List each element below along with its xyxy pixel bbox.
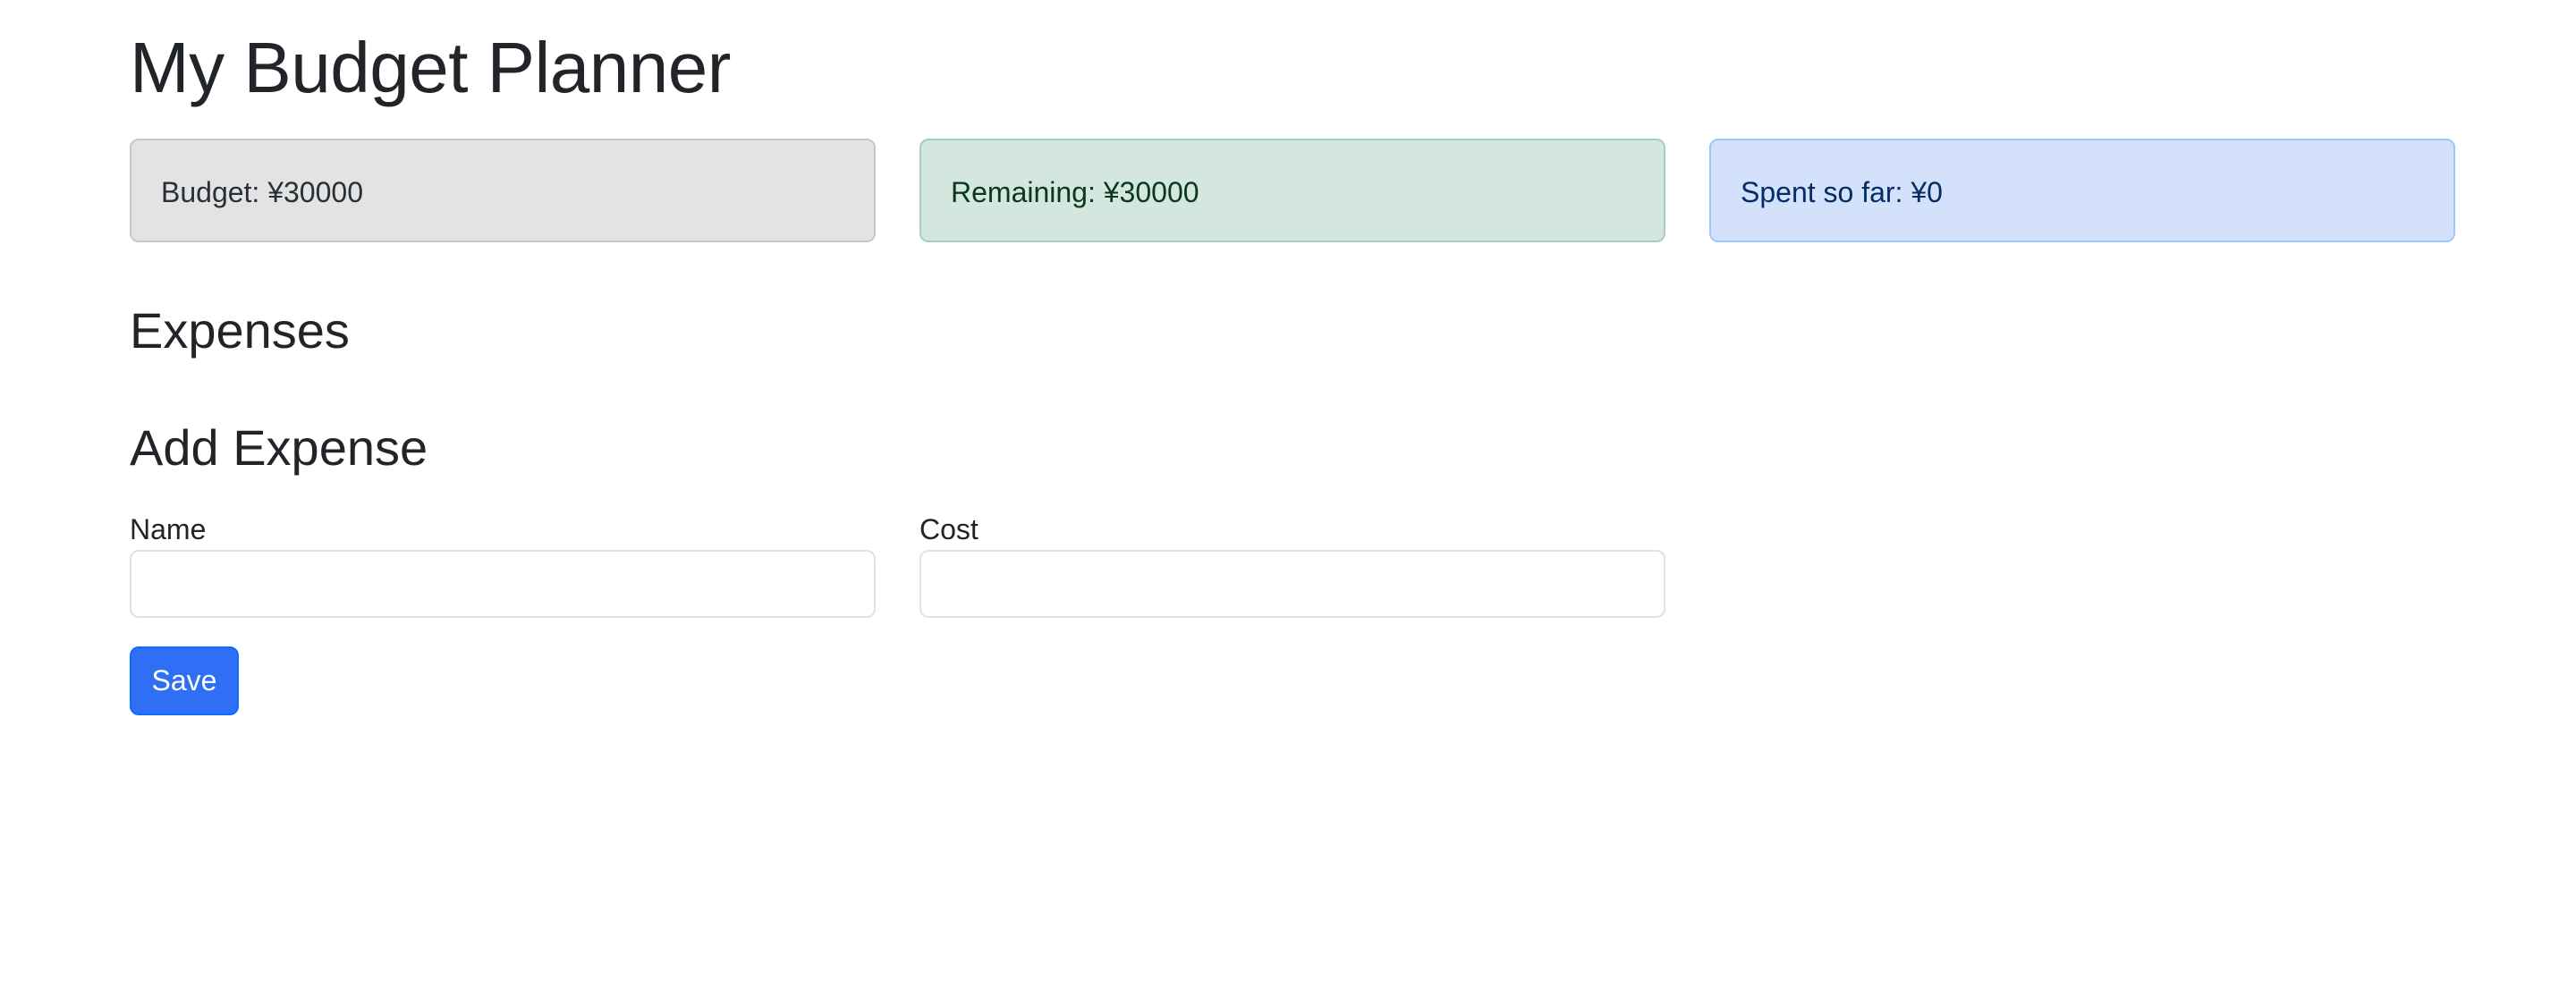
expenses-heading: Expenses bbox=[130, 302, 350, 359]
remaining-text: Remaining: ¥30000 bbox=[951, 176, 1199, 208]
cost-label: Cost bbox=[919, 513, 979, 545]
remaining-card: Remaining: ¥30000 bbox=[919, 139, 1665, 242]
page-title: My Budget Planner bbox=[130, 28, 731, 107]
spent-card: Spent so far: ¥0 bbox=[1709, 139, 2455, 242]
name-label: Name bbox=[130, 513, 207, 545]
cost-input[interactable] bbox=[919, 550, 1665, 618]
budget-text: Budget: ¥30000 bbox=[161, 176, 363, 208]
add-expense-heading: Add Expense bbox=[130, 419, 428, 476]
spent-text: Spent so far: ¥0 bbox=[1741, 176, 1943, 208]
budget-card: Budget: ¥30000 bbox=[130, 139, 876, 242]
name-input[interactable] bbox=[130, 550, 876, 618]
save-button[interactable]: Save bbox=[130, 646, 239, 715]
